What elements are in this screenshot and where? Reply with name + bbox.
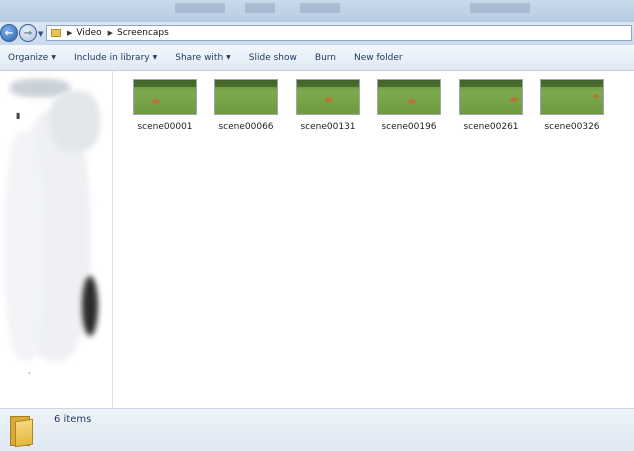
- share-with-button[interactable]: Share with ▼: [167, 45, 241, 70]
- file-name: scene00261: [463, 122, 519, 132]
- breadcrumb-screencaps[interactable]: Screencaps: [117, 28, 169, 38]
- breadcrumb-video[interactable]: Video: [76, 28, 101, 38]
- image-thumbnail: [133, 79, 197, 115]
- image-thumbnail: [377, 79, 441, 115]
- burn-label: Burn: [314, 52, 337, 63]
- image-thumbnail: [540, 79, 604, 115]
- file-name: scene00001: [137, 122, 193, 132]
- include-in-library-button[interactable]: Include in library ▼: [66, 45, 167, 70]
- obscured-region: [5, 131, 45, 361]
- address-row: ← → ▼ ▶ Video ▶ Screencaps: [0, 22, 634, 45]
- file-name: scene00196: [381, 122, 437, 132]
- image-thumbnail: [459, 79, 523, 115]
- blurred-title-element: [245, 3, 275, 13]
- address-bar[interactable]: ▶ Video ▶ Screencaps: [46, 25, 632, 41]
- window-title-bar: [0, 0, 634, 22]
- item-count: 6 items: [54, 414, 92, 425]
- breadcrumb-separator-icon[interactable]: ▶: [108, 29, 113, 37]
- blurred-title-element: [470, 3, 530, 13]
- folder-icon: [10, 414, 36, 448]
- blurred-title-element: [300, 3, 340, 13]
- burn-button[interactable]: Burn: [307, 45, 346, 70]
- obscured-region: [50, 91, 100, 151]
- navigation-pane[interactable]: ▮ ·: [0, 71, 113, 408]
- image-thumbnail: [296, 79, 360, 115]
- dropdown-arrow-icon: ▼: [152, 54, 158, 61]
- file-tile[interactable]: scene00196: [374, 79, 444, 132]
- slide-show-label: Slide show: [248, 52, 297, 63]
- folder-icon: [51, 29, 61, 37]
- organize-label: Organize: [8, 52, 49, 63]
- blurred-title-element: [175, 3, 225, 13]
- file-name: scene00326: [544, 122, 600, 132]
- file-tile[interactable]: scene00131: [293, 79, 363, 132]
- file-tile[interactable]: scene00326: [537, 79, 607, 132]
- organize-button[interactable]: Organize ▼: [0, 45, 66, 70]
- dropdown-arrow-icon: ▼: [226, 54, 231, 61]
- nav-folder-icon: ▮: [16, 111, 21, 120]
- back-arrow-icon[interactable]: ←: [0, 24, 18, 42]
- obscured-nav-fragment: ·: [28, 369, 31, 378]
- recent-pages-dropdown-icon[interactable]: ▼: [38, 30, 43, 38]
- share-with-label: Share with: [175, 52, 224, 63]
- file-tile[interactable]: scene00001: [130, 79, 200, 132]
- image-thumbnail: [214, 79, 278, 115]
- obscured-region: [82, 276, 98, 336]
- include-in-library-label: Include in library: [73, 52, 150, 63]
- dropdown-arrow-icon: ▼: [51, 54, 56, 61]
- forward-arrow-icon[interactable]: →: [19, 24, 37, 42]
- file-name: scene00066: [218, 122, 274, 132]
- file-tile[interactable]: scene00066: [211, 79, 281, 132]
- file-list[interactable]: scene00001 scene00066 scene00131 scene00…: [113, 71, 634, 408]
- new-folder-label: New folder: [354, 52, 403, 63]
- file-tile[interactable]: scene00261: [456, 79, 526, 132]
- new-folder-button[interactable]: New folder: [346, 45, 413, 70]
- slide-show-button[interactable]: Slide show: [241, 45, 307, 70]
- breadcrumb-separator-icon[interactable]: ▶: [67, 29, 72, 37]
- file-name: scene00131: [300, 122, 356, 132]
- command-bar: Organize ▼ Include in library ▼ Share wi…: [0, 45, 634, 71]
- details-pane: 6 items: [0, 408, 634, 451]
